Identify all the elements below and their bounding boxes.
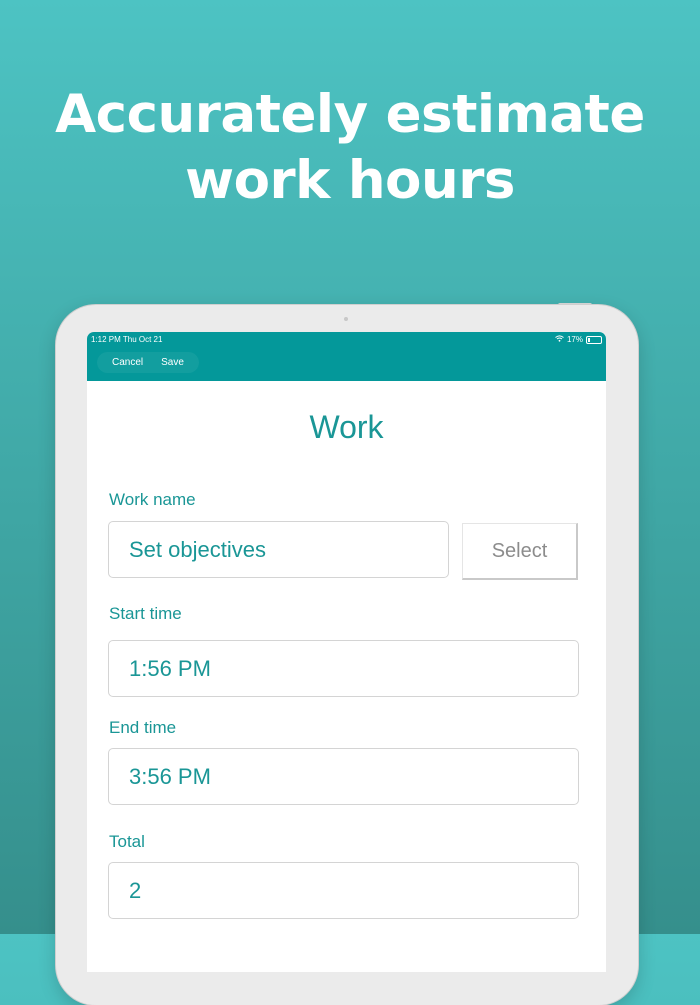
headline-line-1: Accurately estimate [55, 84, 645, 145]
total-field[interactable]: 2 [108, 862, 579, 919]
headline-line-2: work hours [185, 150, 515, 211]
camera-icon [344, 317, 348, 321]
start-time-field[interactable]: 1:56 PM [108, 640, 579, 697]
battery-percent: 17% [566, 335, 583, 344]
wifi-icon [555, 335, 564, 344]
start-time-label: Start time [109, 604, 182, 623]
headline: Accurately estimate work hours [0, 82, 700, 214]
toolbar-button-group: Cancel Save [97, 352, 199, 373]
cancel-button[interactable]: Cancel [103, 352, 152, 373]
save-button[interactable]: Save [152, 352, 193, 373]
page-title: Work [309, 409, 384, 445]
end-time-field[interactable]: 3:56 PM [108, 748, 579, 805]
navigation-bar: 1:12 PM Thu Oct 21 17% Cancel Save [87, 332, 606, 381]
battery-icon [586, 335, 602, 344]
select-work-button[interactable]: Select [462, 523, 578, 580]
total-label: Total [109, 832, 145, 851]
status-indicators: 17% [555, 335, 602, 344]
work-name-field[interactable]: Set objectives [108, 521, 449, 578]
status-time-date: 1:12 PM Thu Oct 21 [91, 335, 163, 344]
end-time-label: End time [109, 718, 177, 737]
app-screen: 1:12 PM Thu Oct 21 17% Cancel Save Work … [87, 332, 606, 972]
work-name-label: Work name [109, 490, 196, 509]
